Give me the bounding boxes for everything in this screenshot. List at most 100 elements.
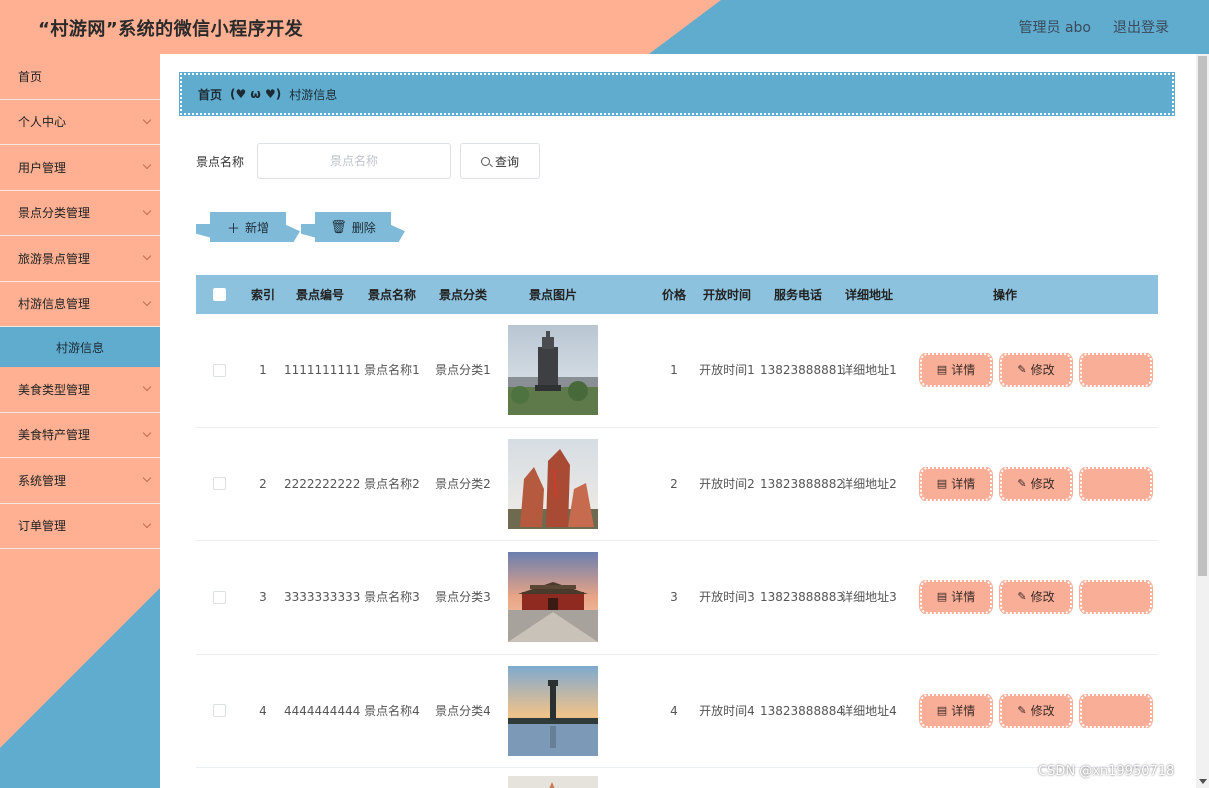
table-row: 2 2222222222 景点名称2 景点分类2 2 开放时间2 1382388… bbox=[196, 428, 1158, 541]
header-address: 详细地址 bbox=[844, 287, 893, 302]
add-button[interactable]: ＋ 新增 bbox=[210, 212, 286, 242]
row-checkbox[interactable] bbox=[212, 363, 226, 377]
sidebar-subitem-village-info[interactable]: 村游信息 bbox=[0, 327, 160, 367]
delete-row-button[interactable] bbox=[1079, 580, 1153, 615]
cell-open-time: 开放时间2 bbox=[699, 476, 755, 491]
search-row: 景点名称 查询 bbox=[196, 143, 540, 179]
pencil-icon: ✎ bbox=[1017, 476, 1027, 490]
spots-table: 索引 景点编号 景点名称 景点分类 景点图片 价格 开放时间 服务电话 详细地址… bbox=[196, 275, 1158, 788]
sidebar-item-label: 订单管理 bbox=[18, 519, 67, 534]
cell-code: 4444444444 bbox=[284, 703, 361, 718]
plus-icon: ＋ bbox=[226, 221, 240, 237]
detail-button[interactable]: ▤ 详情 bbox=[919, 353, 993, 388]
main-content: 首页 (♥ ω ♥) 村游信息 景点名称 查询 ＋ 新增 🗑 删除 索引 景点编… bbox=[160, 54, 1196, 788]
sidebar-item-label: 个人中心 bbox=[18, 115, 67, 130]
detail-button[interactable]: ▤ 详情 bbox=[919, 580, 993, 615]
detail-button[interactable]: ▤ 详情 bbox=[919, 693, 993, 728]
cell-code: 1111111111 bbox=[284, 363, 361, 378]
table-row-partial bbox=[196, 768, 1158, 788]
cell-category: 景点分类2 bbox=[435, 476, 491, 491]
cell-price: 2 bbox=[670, 476, 678, 491]
sidebar-item-orders[interactable]: 订单管理 bbox=[0, 504, 160, 549]
table-row: 3 3333333333 景点名称3 景点分类3 3 开放时间3 1382388… bbox=[196, 541, 1158, 655]
table-header: 索引 景点编号 景点名称 景点分类 景点图片 价格 开放时间 服务电话 详细地址… bbox=[196, 275, 1158, 314]
document-icon: ▤ bbox=[936, 703, 948, 717]
spot-image-monument[interactable] bbox=[508, 325, 598, 416]
spot-image-tower[interactable] bbox=[508, 665, 598, 756]
edit-button[interactable]: ✎ 修改 bbox=[999, 353, 1073, 388]
cell-open-time: 开放时间3 bbox=[699, 590, 755, 605]
edit-button[interactable]: ✎ 修改 bbox=[999, 693, 1073, 728]
cell-open-time: 开放时间1 bbox=[699, 363, 755, 378]
chevron-down-icon bbox=[142, 519, 152, 528]
cell-index: 1 bbox=[259, 363, 267, 378]
sidebar-item-label: 用户管理 bbox=[18, 160, 67, 175]
sidebar-item-system[interactable]: 系统管理 bbox=[0, 458, 160, 504]
spot-image-gate[interactable] bbox=[508, 552, 598, 643]
admin-user-label[interactable]: 管理员 abo bbox=[1019, 17, 1091, 37]
edit-button[interactable]: ✎ 修改 bbox=[999, 466, 1073, 501]
delete-row-button[interactable] bbox=[1079, 353, 1153, 388]
sidebar-item-village-info-management[interactable]: 村游信息管理 bbox=[0, 282, 160, 327]
row-checkbox[interactable] bbox=[212, 477, 226, 491]
sidebar-item-home[interactable]: 首页 bbox=[0, 54, 160, 100]
delete-button[interactable]: 🗑 删除 bbox=[315, 212, 391, 242]
scroll-down-arrow-icon[interactable] bbox=[1199, 779, 1207, 784]
detail-label: 详情 bbox=[951, 476, 976, 491]
spot-image-rocks[interactable] bbox=[508, 438, 598, 529]
cell-category: 景点分类1 bbox=[435, 363, 491, 378]
sidebar-item-spot-category[interactable]: 景点分类管理 bbox=[0, 191, 160, 236]
sidebar-item-user-management[interactable]: 用户管理 bbox=[0, 145, 160, 191]
sidebar-item-label: 村游信息管理 bbox=[18, 297, 91, 312]
sidebar-item-label: 首页 bbox=[18, 69, 43, 84]
search-input[interactable] bbox=[257, 143, 451, 179]
chevron-down-icon bbox=[142, 297, 152, 306]
search-label: 景点名称 bbox=[196, 154, 245, 169]
chevron-down-icon bbox=[142, 382, 152, 392]
delete-row-button[interactable] bbox=[1079, 466, 1153, 501]
cell-address: 详细地址2 bbox=[841, 476, 897, 491]
edit-button[interactable]: ✎ 修改 bbox=[999, 580, 1073, 615]
header-index: 索引 bbox=[250, 287, 275, 302]
trash-icon: 🗑 bbox=[330, 219, 347, 235]
app-title: “村游网”系统的微信小程序开发 bbox=[38, 19, 304, 40]
sidebar-item-food-type[interactable]: 美食类型管理 bbox=[0, 367, 160, 413]
chevron-down-icon bbox=[142, 160, 152, 170]
logout-link[interactable]: 退出登录 bbox=[1113, 17, 1169, 37]
sidebar-item-personal-center[interactable]: 个人中心 bbox=[0, 100, 160, 145]
spot-image-partial[interactable] bbox=[508, 776, 598, 788]
delete-row-button[interactable] bbox=[1079, 693, 1153, 728]
search-button[interactable]: 查询 bbox=[460, 143, 540, 179]
detail-button[interactable]: ▤ 详情 bbox=[919, 466, 993, 501]
row-ops: ▤ 详情 ✎ 修改 bbox=[902, 693, 1196, 728]
edit-label: 修改 bbox=[1030, 476, 1055, 491]
row-checkbox[interactable] bbox=[212, 590, 226, 604]
cell-price: 3 bbox=[670, 590, 678, 605]
cell-index: 3 bbox=[259, 590, 267, 605]
edit-label: 修改 bbox=[1030, 363, 1055, 378]
cell-name: 景点名称1 bbox=[364, 363, 420, 378]
row-ops: ▤ 详情 ✎ 修改 bbox=[902, 580, 1196, 615]
document-icon: ▤ bbox=[936, 590, 948, 604]
sidebar-item-label: 景点分类管理 bbox=[18, 206, 91, 221]
sidebar-item-tour-spots[interactable]: 旅游景点管理 bbox=[0, 236, 160, 282]
pencil-icon: ✎ bbox=[1017, 363, 1027, 377]
vertical-scrollbar[interactable] bbox=[1196, 54, 1209, 788]
select-all-checkbox[interactable] bbox=[212, 288, 226, 301]
scrollbar-thumb[interactable] bbox=[1198, 56, 1207, 576]
cell-phone: 13823888882 bbox=[760, 476, 844, 491]
breadcrumb-home[interactable]: 首页 bbox=[198, 86, 222, 103]
cell-name: 景点名称2 bbox=[364, 476, 420, 491]
sidebar-item-label: 美食特产管理 bbox=[18, 428, 91, 443]
cell-name: 景点名称3 bbox=[364, 590, 420, 605]
table-row: 1 1111111111 景点名称1 景点分类1 1 开放时间1 1382388… bbox=[196, 314, 1158, 428]
edit-label: 修改 bbox=[1030, 703, 1055, 718]
chevron-down-icon bbox=[142, 251, 152, 261]
cell-category: 景点分类4 bbox=[435, 703, 491, 718]
breadcrumb-separator: (♥ ω ♥) bbox=[230, 87, 282, 101]
sidebar-item-label: 系统管理 bbox=[18, 473, 67, 488]
row-checkbox[interactable] bbox=[212, 704, 226, 718]
cell-category: 景点分类3 bbox=[435, 590, 491, 605]
cell-price: 1 bbox=[670, 363, 678, 378]
sidebar-item-food-specialty[interactable]: 美食特产管理 bbox=[0, 413, 160, 458]
